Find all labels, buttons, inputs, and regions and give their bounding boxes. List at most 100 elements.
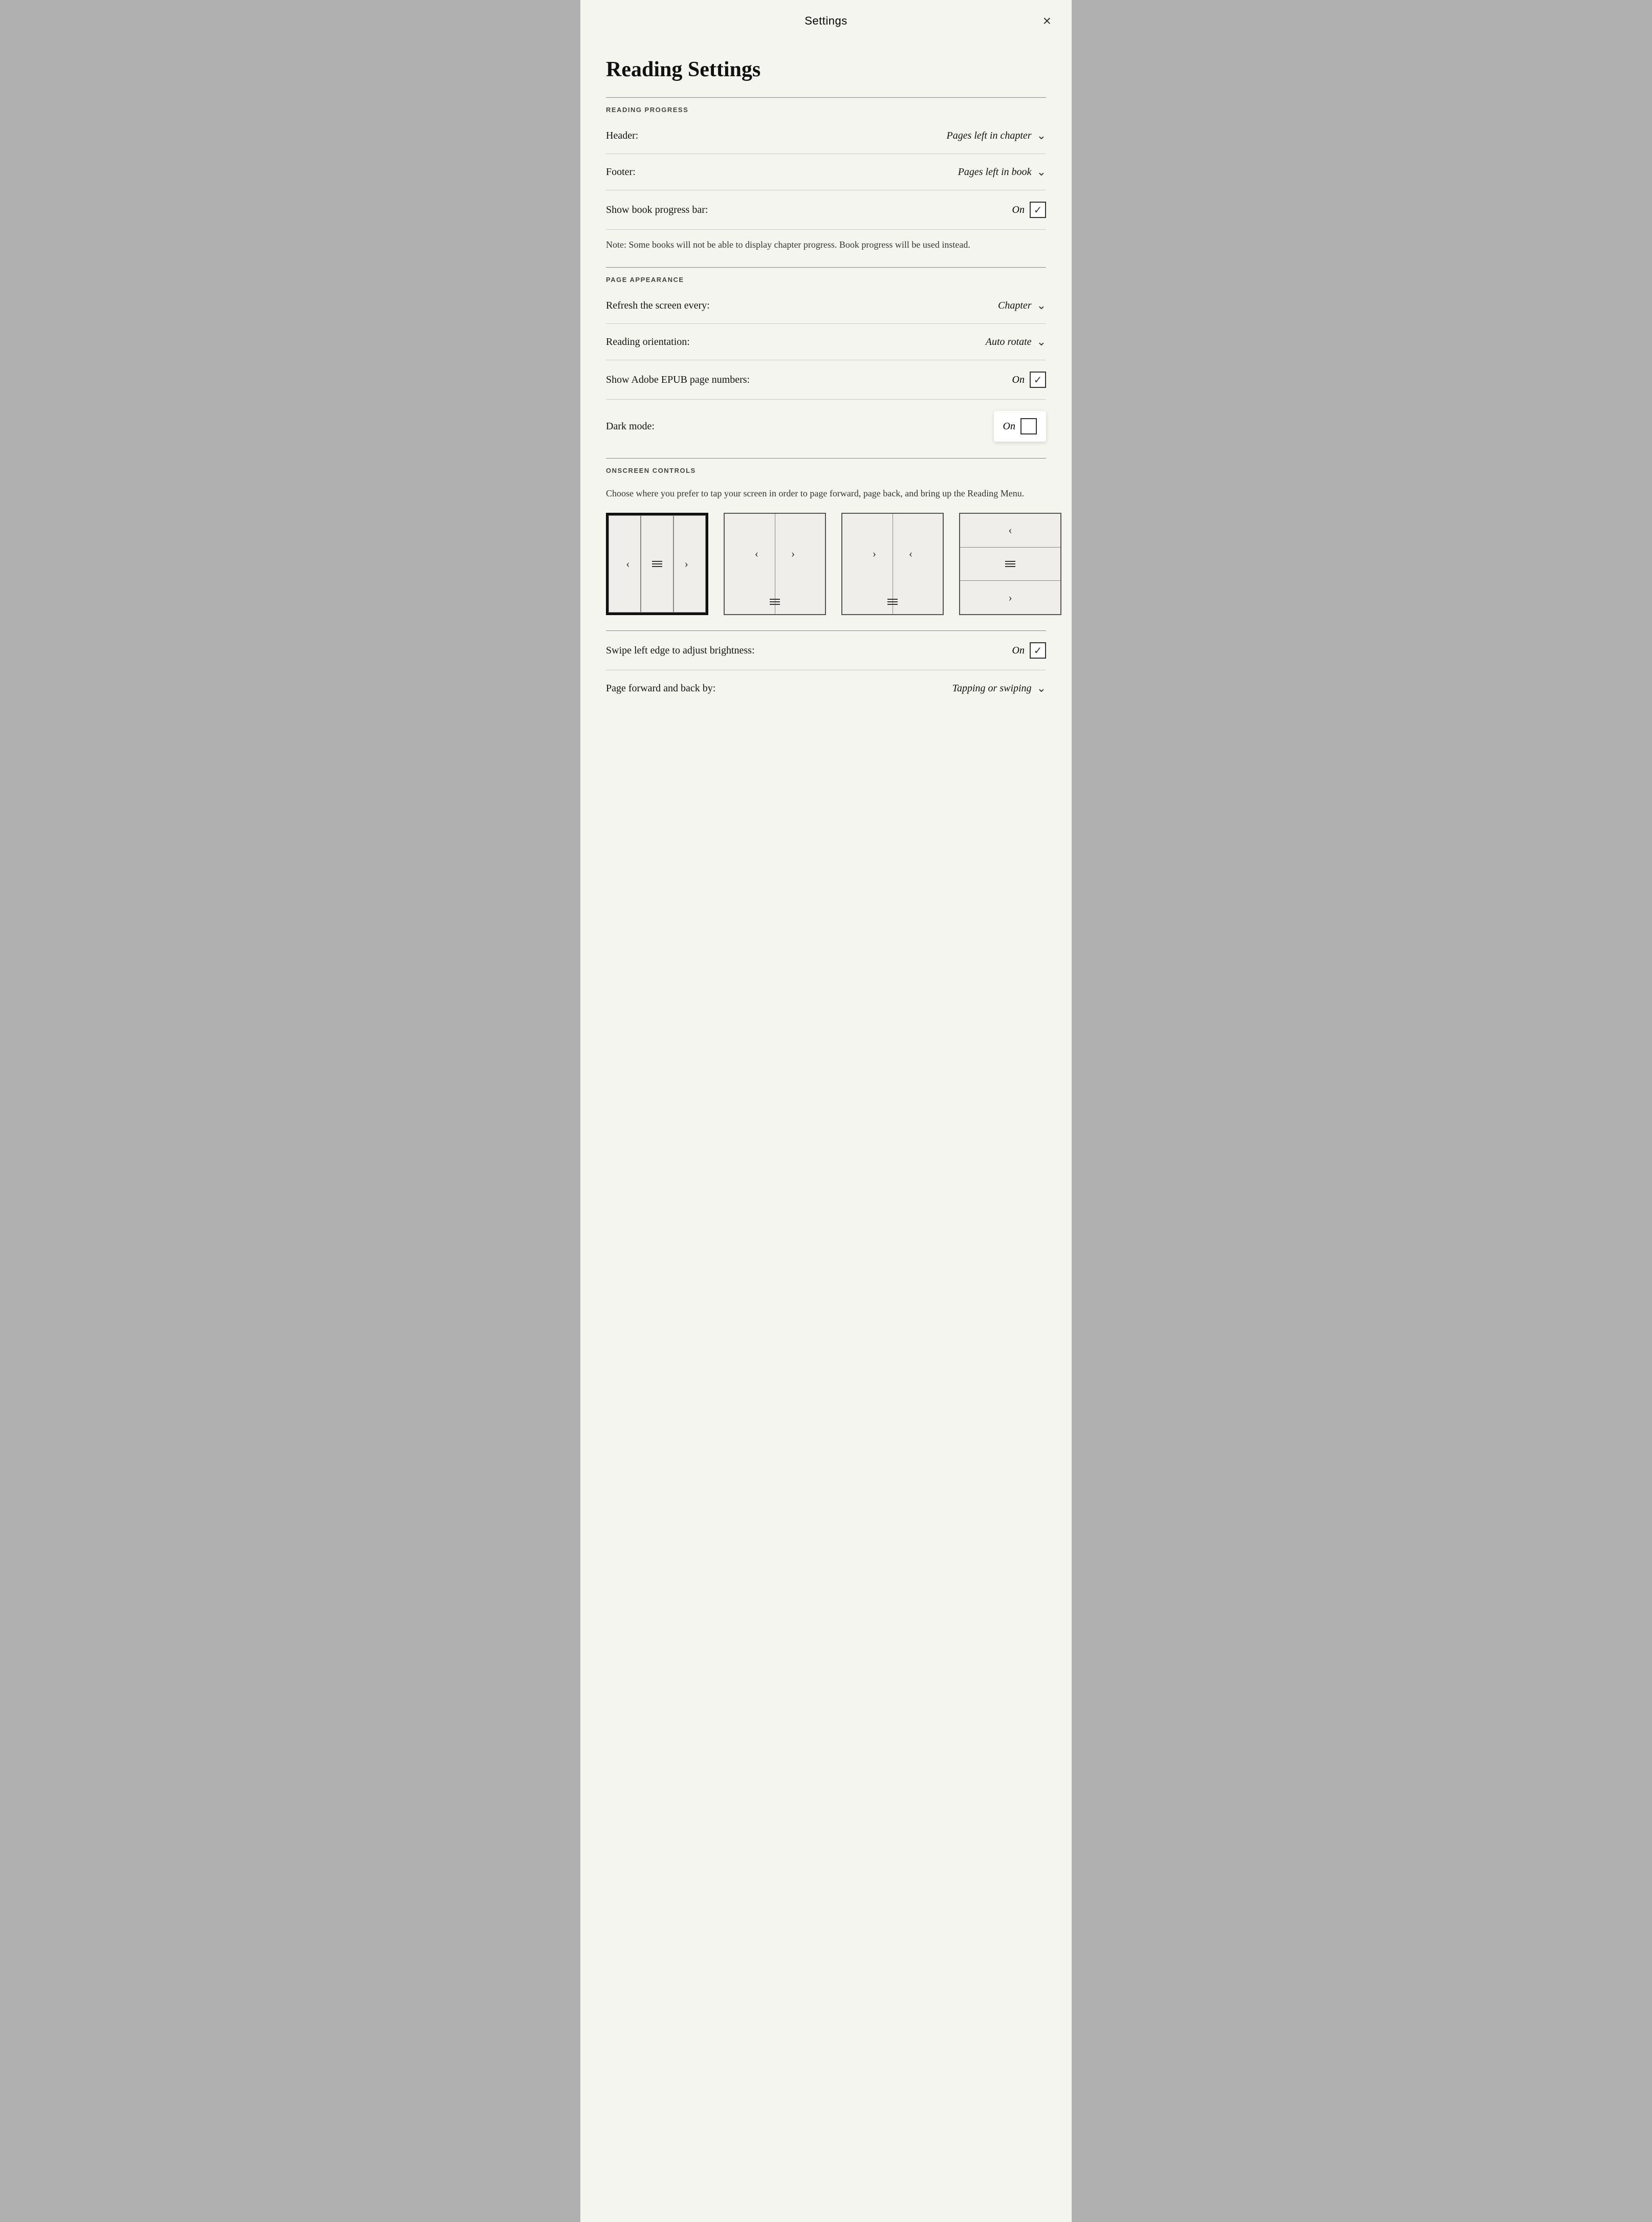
onscreen-controls-section: ONSCREEN CONTROLS Choose where you prefe… xyxy=(606,459,1046,706)
menu-line xyxy=(1005,563,1015,564)
menu-line xyxy=(887,601,898,602)
modal-title: Settings xyxy=(805,14,847,28)
refresh-label: Refresh the screen every: xyxy=(606,300,710,312)
page-title: Reading Settings xyxy=(606,57,1046,82)
layout-2-inner: ‹ › xyxy=(725,514,825,614)
right-arrow-icon: › xyxy=(791,547,795,560)
refresh-dropdown[interactable]: Chapter ⌄ xyxy=(998,299,1046,312)
menu-line xyxy=(1005,566,1015,567)
menu-icon xyxy=(887,599,898,605)
epub-checkbox[interactable] xyxy=(1030,372,1046,388)
modal-content: Reading Settings READING PROGRESS Header… xyxy=(580,42,1072,737)
page-forward-value: Tapping or swiping xyxy=(952,683,1032,694)
orientation-setting-row: Reading orientation: Auto rotate ⌄ xyxy=(606,324,1046,360)
page-forward-dropdown[interactable]: Tapping or swiping ⌄ xyxy=(952,682,1046,695)
left-arrow-icon: ‹ xyxy=(909,547,912,560)
layout-1-col-left xyxy=(608,515,641,613)
layout-4-row-mid xyxy=(960,548,1060,581)
onscreen-controls-label: ONSCREEN CONTROLS xyxy=(606,459,1046,478)
close-button[interactable]: × xyxy=(1043,14,1051,28)
chevron-down-icon: ⌄ xyxy=(1037,335,1046,348)
dark-mode-label: Dark mode: xyxy=(606,421,655,432)
menu-icon xyxy=(770,599,780,605)
reading-progress-section: READING PROGRESS Header: Pages left in c… xyxy=(606,98,1046,262)
layout-option-4[interactable]: ‹ › xyxy=(959,513,1061,615)
brightness-checkbox[interactable] xyxy=(1030,642,1046,659)
footer-setting-row: Footer: Pages left in book ⌄ xyxy=(606,154,1046,190)
page-appearance-section: PAGE APPEARANCE Refresh the screen every… xyxy=(606,268,1046,453)
layout-4-inner: ‹ › xyxy=(960,514,1060,614)
layout-options: ‹ › xyxy=(606,513,1046,615)
page-appearance-label: PAGE APPEARANCE xyxy=(606,268,1046,288)
show-progress-row: Show book progress bar: On xyxy=(606,190,1046,230)
brightness-label: Swipe left edge to adjust brightness: xyxy=(606,645,755,657)
menu-line xyxy=(770,601,780,602)
dark-mode-checkbox-group: On xyxy=(1003,418,1037,434)
menu-line xyxy=(770,599,780,600)
progress-note: Note: Some books will not be able to dis… xyxy=(606,230,1046,262)
chevron-down-icon: ⌄ xyxy=(1037,129,1046,142)
menu-lines xyxy=(770,599,780,605)
layout-3-inner: › ‹ xyxy=(842,514,943,614)
layout-option-2[interactable]: ‹ › xyxy=(724,513,826,615)
epub-checkbox-group: On xyxy=(1012,372,1046,388)
menu-line xyxy=(652,561,662,562)
menu-line xyxy=(652,563,662,564)
brightness-setting-row: Swipe left edge to adjust brightness: On xyxy=(606,631,1046,670)
header-dropdown[interactable]: Pages left in chapter ⌄ xyxy=(946,129,1046,142)
layout-1-inner: ‹ › xyxy=(608,515,706,613)
brightness-value: On xyxy=(1012,645,1025,657)
page-forward-label: Page forward and back by: xyxy=(606,683,715,694)
reading-progress-label: READING PROGRESS xyxy=(606,98,1046,118)
brightness-checkbox-group: On xyxy=(1012,642,1046,659)
layout-4-row-top: ‹ xyxy=(960,514,1060,548)
orientation-label: Reading orientation: xyxy=(606,336,690,348)
dark-mode-checkbox[interactable] xyxy=(1020,418,1037,434)
dark-mode-highlight: On xyxy=(994,411,1046,442)
footer-label: Footer: xyxy=(606,166,636,178)
epub-setting-row: Show Adobe EPUB page numbers: On xyxy=(606,360,1046,400)
layout-option-3[interactable]: › ‹ xyxy=(841,513,944,615)
show-progress-value: On xyxy=(1012,204,1025,216)
header-label: Header: xyxy=(606,130,638,142)
left-arrow-icon: ‹ xyxy=(755,547,758,560)
settings-modal: Settings × Reading Settings READING PROG… xyxy=(580,0,1072,2222)
right-arrow-icon: › xyxy=(873,547,876,560)
show-progress-checkbox[interactable] xyxy=(1030,202,1046,218)
show-progress-checkbox-group: On xyxy=(1012,202,1046,218)
menu-line xyxy=(770,604,780,605)
layout-option-1[interactable]: ‹ › xyxy=(606,513,708,615)
orientation-value: Auto rotate xyxy=(986,336,1032,348)
header-setting-row: Header: Pages left in chapter ⌄ xyxy=(606,118,1046,154)
orientation-dropdown[interactable]: Auto rotate ⌄ xyxy=(986,335,1046,348)
menu-lines xyxy=(887,599,898,605)
layout-1-col-right xyxy=(673,515,706,613)
chevron-down-icon: ⌄ xyxy=(1037,299,1046,312)
dark-mode-row: Dark mode: On xyxy=(606,400,1046,453)
chevron-down-icon: ⌄ xyxy=(1037,165,1046,179)
left-arrow-icon: ‹ xyxy=(1008,524,1012,537)
chevron-down-icon: ⌄ xyxy=(1037,682,1046,695)
dark-mode-value: On xyxy=(1003,421,1015,432)
show-progress-label: Show book progress bar: xyxy=(606,204,708,216)
epub-label: Show Adobe EPUB page numbers: xyxy=(606,374,750,386)
right-arrow-icon: › xyxy=(684,557,688,571)
menu-line xyxy=(887,599,898,600)
menu-line xyxy=(1005,561,1015,562)
footer-dropdown[interactable]: Pages left in book ⌄ xyxy=(958,165,1046,179)
menu-line xyxy=(887,604,898,605)
left-arrow-icon: ‹ xyxy=(626,557,629,571)
refresh-value: Chapter xyxy=(998,300,1032,312)
menu-lines xyxy=(1005,561,1015,567)
header-value: Pages left in chapter xyxy=(946,130,1031,142)
footer-value: Pages left in book xyxy=(958,166,1032,178)
refresh-setting-row: Refresh the screen every: Chapter ⌄ xyxy=(606,288,1046,324)
epub-value: On xyxy=(1012,374,1025,386)
menu-lines xyxy=(652,561,662,567)
layout-4-row-bot: › xyxy=(960,581,1060,614)
menu-line xyxy=(652,566,662,567)
page-forward-row: Page forward and back by: Tapping or swi… xyxy=(606,670,1046,706)
modal-header: Settings × xyxy=(580,0,1072,42)
menu-icon xyxy=(652,561,662,567)
right-arrow-icon: › xyxy=(1008,591,1012,604)
